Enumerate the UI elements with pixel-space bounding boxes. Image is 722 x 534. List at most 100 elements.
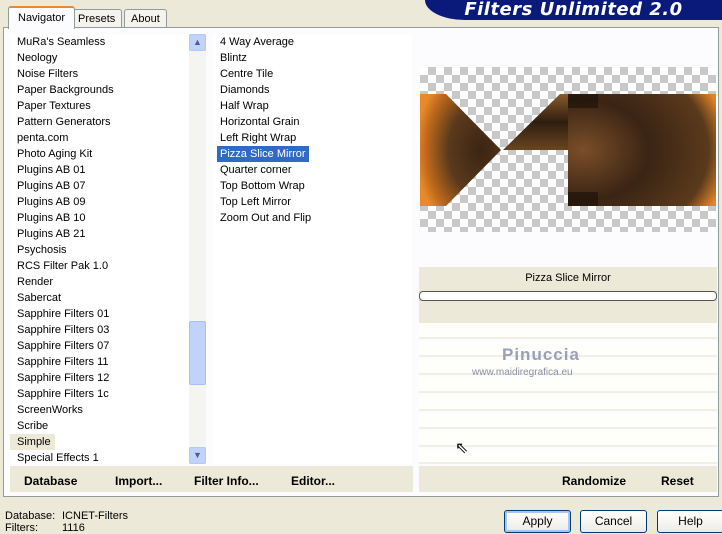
category-item[interactable]: penta.com — [10, 130, 189, 146]
category-item-label: Render — [17, 276, 54, 288]
scroll-down-button[interactable]: ▼ — [189, 447, 206, 464]
filter-item-label: Pizza Slice Mirror — [217, 146, 309, 162]
slider-row — [419, 413, 717, 429]
category-item[interactable]: MuRa's Seamless — [10, 34, 189, 50]
category-item[interactable]: Scribe — [10, 418, 189, 434]
filter-info-area: Pizza Slice Mirror — [419, 267, 717, 323]
category-item-label: RCS Filter Pak 1.0 — [17, 260, 109, 272]
category-item-label: Neology — [17, 52, 58, 64]
category-item-label: Sapphire Filters 11 — [17, 356, 109, 368]
database-label: Database: — [5, 510, 56, 522]
category-item[interactable]: Neology — [10, 50, 189, 66]
category-item-label: Sapphire Filters 12 — [17, 372, 110, 384]
category-item-label: Plugins AB 09 — [17, 196, 86, 208]
category-item-label: MuRa's Seamless — [17, 36, 106, 48]
filter-item[interactable]: 4 Way Average — [213, 34, 412, 50]
filter-item[interactable]: Blintz — [213, 50, 412, 66]
filter-list[interactable]: 4 Way Average Blintz Centre Tile Diamonds Ha… — [213, 34, 412, 464]
filter-item-label: Centre Tile — [220, 68, 274, 80]
category-scrollbar[interactable]: ▲ ▼ — [189, 34, 206, 464]
category-item[interactable]: Psychosis — [10, 242, 189, 258]
import-button[interactable]: Import... — [115, 474, 162, 488]
category-item-label: Plugins AB 01 — [17, 164, 86, 176]
progress-bar — [419, 291, 717, 301]
category-item[interactable]: Plugins AB 01 — [10, 162, 189, 178]
category-item[interactable]: Simple — [10, 434, 189, 450]
category-item-label: Photo Aging Kit — [17, 148, 93, 160]
category-item[interactable]: Sapphire Filters 07 — [10, 338, 189, 354]
tab-navigator[interactable]: Navigator — [8, 6, 76, 29]
filter-item-label: 4 Way Average — [220, 36, 294, 48]
category-item[interactable]: Sapphire Filters 11 — [10, 354, 189, 370]
filter-item[interactable]: Zoom Out and Flip — [213, 210, 412, 226]
category-item-label: Paper Textures — [17, 100, 91, 112]
apply-button[interactable]: Apply — [504, 510, 571, 533]
category-item[interactable]: Special Effects 1 — [10, 450, 189, 464]
preview-filter-name: Pizza Slice Mirror — [525, 272, 611, 284]
category-item[interactable]: Sapphire Filters 03 — [10, 322, 189, 338]
database-button[interactable]: Database — [24, 474, 77, 488]
slider-row — [419, 395, 717, 411]
category-item[interactable]: Photo Aging Kit — [10, 146, 189, 162]
category-item[interactable]: Sabercat — [10, 290, 189, 306]
filter-item[interactable]: Quarter corner — [213, 162, 412, 178]
filter-item[interactable]: Left Right Wrap — [213, 130, 412, 146]
category-item[interactable]: Sapphire Filters 12 — [10, 370, 189, 386]
filter-item[interactable]: Top Left Mirror — [213, 194, 412, 210]
category-item[interactable]: Sapphire Filters 01 — [10, 306, 189, 322]
category-item[interactable]: Paper Backgrounds — [10, 82, 189, 98]
category-item-label: Noise Filters — [17, 68, 79, 80]
category-item[interactable]: Noise Filters — [10, 66, 189, 82]
filters-label: Filters: — [5, 522, 38, 534]
right-toolbar: Randomize Reset — [419, 466, 717, 492]
filter-item[interactable]: Half Wrap — [213, 98, 412, 114]
category-item[interactable]: Plugins AB 10 — [10, 210, 189, 226]
category-item-label: Special Effects 1 — [17, 452, 99, 464]
category-item[interactable]: Paper Textures — [10, 98, 189, 114]
category-item-label: Pattern Generators — [17, 116, 111, 128]
tab-about[interactable]: About — [124, 9, 167, 28]
scroll-thumb[interactable] — [189, 321, 206, 385]
filters-count: 1116 — [62, 522, 85, 534]
category-item[interactable]: Render — [10, 274, 189, 290]
category-item-label: Paper Backgrounds — [17, 84, 114, 96]
cancel-button[interactable]: Cancel — [580, 510, 647, 533]
filter-item[interactable]: Horizontal Grain — [213, 114, 412, 130]
category-list[interactable]: MuRa's Seamless Neology Noise Filters Paper… — [10, 34, 189, 464]
category-item-label: Sapphire Filters 03 — [17, 324, 110, 336]
reset-button[interactable]: Reset — [661, 474, 694, 488]
category-item[interactable]: Plugins AB 07 — [10, 178, 189, 194]
category-item[interactable]: RCS Filter Pak 1.0 — [10, 258, 189, 274]
category-item[interactable]: Pattern Generators — [10, 114, 189, 130]
filter-item[interactable]: Diamonds — [213, 82, 412, 98]
category-item-label: Scribe — [17, 420, 49, 432]
filter-item[interactable]: Top Bottom Wrap — [213, 178, 412, 194]
randomize-button[interactable]: Randomize — [562, 474, 626, 488]
category-item-label: Plugins AB 07 — [17, 180, 86, 192]
watermark-url: www.maidiregrafica.eu — [472, 367, 573, 378]
filter-item[interactable]: Centre Tile — [213, 66, 412, 82]
slider-row — [419, 323, 717, 339]
filter-item-label: Horizontal Grain — [220, 116, 300, 128]
filter-info-button[interactable]: Filter Info... — [194, 474, 259, 488]
filter-item-label: Top Left Mirror — [220, 196, 291, 208]
category-item-label: Sapphire Filters 07 — [17, 340, 110, 352]
category-item[interactable]: ScreenWorks — [10, 402, 189, 418]
mouse-cursor: ⇖ — [455, 440, 469, 457]
category-item-label: Sapphire Filters 01 — [17, 308, 110, 320]
category-item-label: Sabercat — [17, 292, 62, 304]
category-item[interactable]: Plugins AB 21 — [10, 226, 189, 242]
tab-presets[interactable]: Presets — [71, 9, 123, 28]
category-item-label: Plugins AB 10 — [17, 212, 86, 224]
watermark-name: Pinuccia — [502, 345, 580, 364]
category-item-label: ScreenWorks — [17, 404, 83, 416]
category-item[interactable]: Sapphire Filters 1c — [10, 386, 189, 402]
filter-item-label: Half Wrap — [220, 100, 269, 112]
left-toolbar: Database Import... Filter Info... Editor… — [10, 466, 413, 492]
editor-button[interactable]: Editor... — [291, 474, 335, 488]
filter-item[interactable]: Pizza Slice Mirror — [213, 146, 412, 162]
filter-item-label: Quarter corner — [220, 164, 292, 176]
help-button[interactable]: Help — [657, 510, 722, 533]
category-item[interactable]: Plugins AB 09 — [10, 194, 189, 210]
scroll-up-button[interactable]: ▲ — [189, 34, 206, 51]
